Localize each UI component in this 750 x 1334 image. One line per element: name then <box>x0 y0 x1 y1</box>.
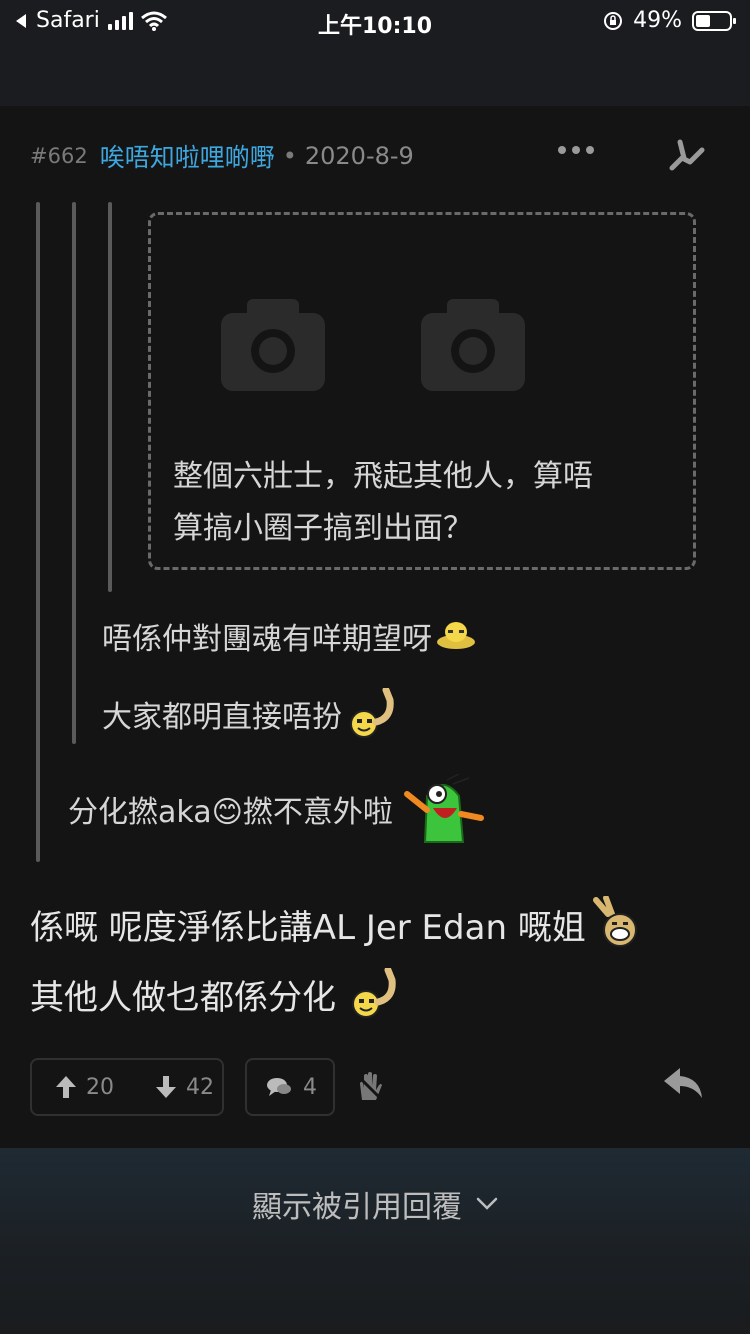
quote-text: 大家都明直接唔扮 <box>102 700 342 735</box>
rotation-lock-icon <box>604 11 623 30</box>
share-icon[interactable] <box>664 132 708 176</box>
upvote-count: 20 <box>86 1074 114 1100</box>
downvote-icon[interactable] <box>156 1076 176 1098</box>
battery-percent: 49% <box>633 8 682 33</box>
post-meta: #662 唉唔知啦哩啲嘢 • 2020-8-9 <box>30 140 414 172</box>
top-bar <box>0 44 750 106</box>
more-dot-icon <box>586 146 594 154</box>
reply-icon[interactable] <box>664 1068 704 1100</box>
quote-text-line: 整個六壯士，飛起其他人，算唔 <box>173 459 593 494</box>
username-link[interactable]: 唉唔知啦哩啲嘢 <box>100 138 275 174</box>
finger-smiley-icon <box>352 968 396 1018</box>
comment-bubbles-icon <box>267 1078 291 1096</box>
finger-smiley-icon <box>350 688 394 738</box>
quote-text: 唔係仲對團魂有咩期望呀 <box>102 622 432 657</box>
comment-count: 4 <box>303 1074 317 1100</box>
status-bar: Safari 上午10:10 49% <box>0 0 750 44</box>
quote-level1-line: 分化撚aka😊撚不意外啦 <box>68 774 489 844</box>
post-date: 2020-8-9 <box>304 142 414 170</box>
comments-button[interactable]: 4 <box>245 1058 335 1116</box>
battery-icon <box>692 10 736 31</box>
camera-placeholder-icon[interactable] <box>421 299 525 391</box>
hat-smiley-icon <box>437 622 475 649</box>
more-dot-icon <box>572 146 580 154</box>
chevron-down-icon <box>476 1197 498 1210</box>
quote-text-line: 算搞小圈子搞到出面？ <box>173 511 473 546</box>
more-options-button[interactable] <box>558 146 594 154</box>
show-quoted-label: 顯示被引用回覆 <box>252 1190 462 1225</box>
quoted-image-text: 整個六壯士，飛起其他人，算唔 算搞小圈子搞到出面？ <box>173 451 673 555</box>
upvote-icon[interactable] <box>56 1076 76 1098</box>
vote-box: 20 42 <box>30 1058 224 1116</box>
quote-bar-level3 <box>108 202 112 592</box>
block-hand-icon[interactable] <box>356 1072 384 1102</box>
post-body-text: 係嘅 呢度淨係比講AL Jer Edan 嘅姐 <box>30 907 586 948</box>
green-monster-icon <box>403 774 484 843</box>
more-dot-icon <box>558 146 566 154</box>
camera-placeholder-icon[interactable] <box>221 299 325 391</box>
post-body-line: 其他人做乜都係分化 <box>30 968 406 1020</box>
post-body-text: 其他人做乜都係分化 <box>30 977 336 1018</box>
post-number: #662 <box>30 144 88 168</box>
laughing-face-icon <box>592 896 637 947</box>
post-body-line: 係嘅 呢度淨係比講AL Jer Edan 嘅姐 <box>30 896 642 952</box>
bottom-panel: 顯示被引用回覆 <box>0 1148 750 1334</box>
quoted-image-box[interactable]: 整個六壯士，飛起其他人，算唔 算搞小圈子搞到出面？ <box>148 212 696 570</box>
quote-text: 分化撚aka😊撚不意外啦 <box>68 795 393 830</box>
downvote-count: 42 <box>186 1074 214 1100</box>
quote-bar-level1 <box>36 202 40 862</box>
post: #662 唉唔知啦哩啲嘢 • 2020-8-9 整個六壯士，飛起其他人，算唔 算… <box>0 106 750 1148</box>
meta-separator: • <box>282 142 297 170</box>
quote-level2-line: 大家都明直接唔扮 <box>102 688 404 740</box>
quote-bar-level2 <box>72 202 76 744</box>
quote-level2-line: 唔係仲對團魂有咩期望呀 <box>102 614 476 658</box>
show-quoted-replies-button[interactable]: 顯示被引用回覆 <box>0 1182 750 1226</box>
